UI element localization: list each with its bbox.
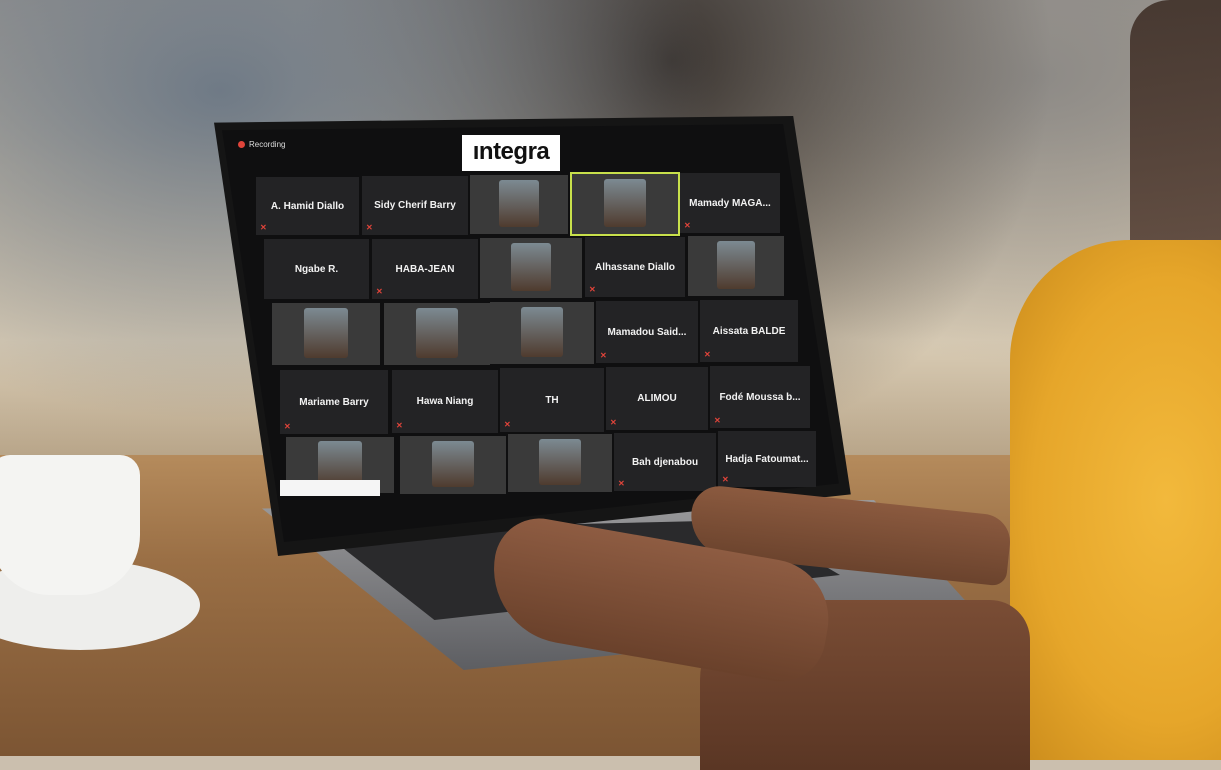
mic-muted-icon: ✕	[504, 420, 511, 429]
video-feed	[431, 440, 475, 488]
participant-tile[interactable]: Hadja Fatoumat... ✕	[718, 431, 816, 487]
participant-tile[interactable]: Hawa Niang ✕	[392, 370, 498, 433]
mic-muted-icon: ✕	[589, 285, 596, 294]
participant-name: Hadja Fatoumat...	[725, 453, 809, 465]
participant-video-tile[interactable]	[400, 436, 506, 494]
participant-tile[interactable]: ALIMOU ✕	[606, 367, 708, 430]
mic-muted-icon: ✕	[396, 421, 403, 430]
mic-muted-icon: ✕	[260, 223, 267, 232]
participant-video-tile[interactable]	[490, 302, 594, 364]
participant-name: Mariame Barry	[299, 396, 369, 408]
participant-tile[interactable]: Mariame Barry ✕	[280, 370, 388, 434]
participant-tile[interactable]: Aissata BALDE ✕	[700, 300, 798, 362]
mic-muted-icon: ✕	[600, 351, 607, 360]
participant-name: A. Hamid Diallo	[270, 200, 345, 212]
participant-name: Hawa Niang	[416, 396, 474, 407]
participant-name: Alhassane Diallo	[594, 261, 676, 273]
video-feed	[499, 179, 539, 227]
participant-video-tile[interactable]	[384, 303, 490, 365]
participant-video-tile[interactable]	[272, 303, 380, 365]
chat-input-bar[interactable]	[280, 480, 380, 496]
participant-tile[interactable]: Fodé Moussa b... ✕	[710, 366, 810, 428]
participant-name: Sidy Cherif Barry	[374, 200, 456, 211]
recording-label: Recording	[249, 140, 286, 149]
participant-name: HABA-JEAN	[395, 263, 455, 275]
participant-video-tile[interactable]	[470, 175, 568, 234]
participant-tile[interactable]: Mamadou Said... ✕	[596, 301, 698, 363]
mic-muted-icon: ✕	[284, 422, 291, 431]
participant-tile[interactable]: Bah djenabou ✕	[614, 433, 716, 491]
mic-muted-icon: ✕	[722, 475, 729, 484]
person-shirt	[1010, 240, 1221, 760]
participant-name: Mamadou Said...	[607, 326, 687, 338]
participant-name: Ngabe R.	[294, 263, 339, 275]
participant-tile[interactable]: Mamady MAGA... ✕	[680, 173, 780, 233]
mic-muted-icon: ✕	[376, 287, 383, 296]
participant-name: Fodé Moussa b...	[719, 391, 801, 403]
video-feed	[603, 178, 647, 227]
participant-tile[interactable]: Alhassane Diallo ✕	[585, 237, 685, 297]
mic-muted-icon: ✕	[704, 350, 711, 359]
video-feed	[716, 240, 756, 289]
participant-list-snippet	[282, 508, 382, 528]
mic-muted-icon: ✕	[610, 418, 617, 427]
participant-tile[interactable]: Ngabe R.	[264, 239, 369, 299]
record-icon	[238, 141, 245, 148]
participant-tile[interactable]: A. Hamid Diallo ✕	[256, 177, 359, 235]
mic-muted-icon: ✕	[684, 221, 691, 230]
video-feed	[539, 438, 581, 486]
video-feed	[521, 306, 563, 357]
participant-name: Bah djenabou	[631, 456, 699, 468]
integra-logo: ıntegra	[462, 135, 560, 171]
mic-muted-icon: ✕	[366, 223, 373, 232]
coffee-cup	[0, 455, 140, 595]
participant-name: TH	[545, 394, 559, 406]
participant-name: Aissata BALDE	[712, 325, 786, 337]
video-feed	[510, 242, 552, 291]
video-feed	[415, 307, 459, 358]
participant-video-tile-active[interactable]	[570, 172, 680, 236]
participant-name: Mamady MAGA...	[689, 197, 771, 209]
recording-indicator: Recording	[238, 140, 285, 149]
mic-muted-icon: ✕	[714, 416, 721, 425]
participant-name: ALIMOU	[637, 393, 677, 404]
participant-tile[interactable]: Sidy Cherif Barry ✕	[362, 176, 468, 235]
participant-video-tile[interactable]	[688, 236, 784, 296]
participant-tile[interactable]: TH ✕	[500, 368, 604, 432]
mic-muted-icon: ✕	[618, 479, 625, 488]
participant-tile[interactable]: HABA-JEAN ✕	[372, 239, 478, 299]
video-feed	[304, 307, 348, 358]
participant-video-tile[interactable]	[480, 238, 582, 298]
participant-video-tile[interactable]	[508, 434, 612, 492]
